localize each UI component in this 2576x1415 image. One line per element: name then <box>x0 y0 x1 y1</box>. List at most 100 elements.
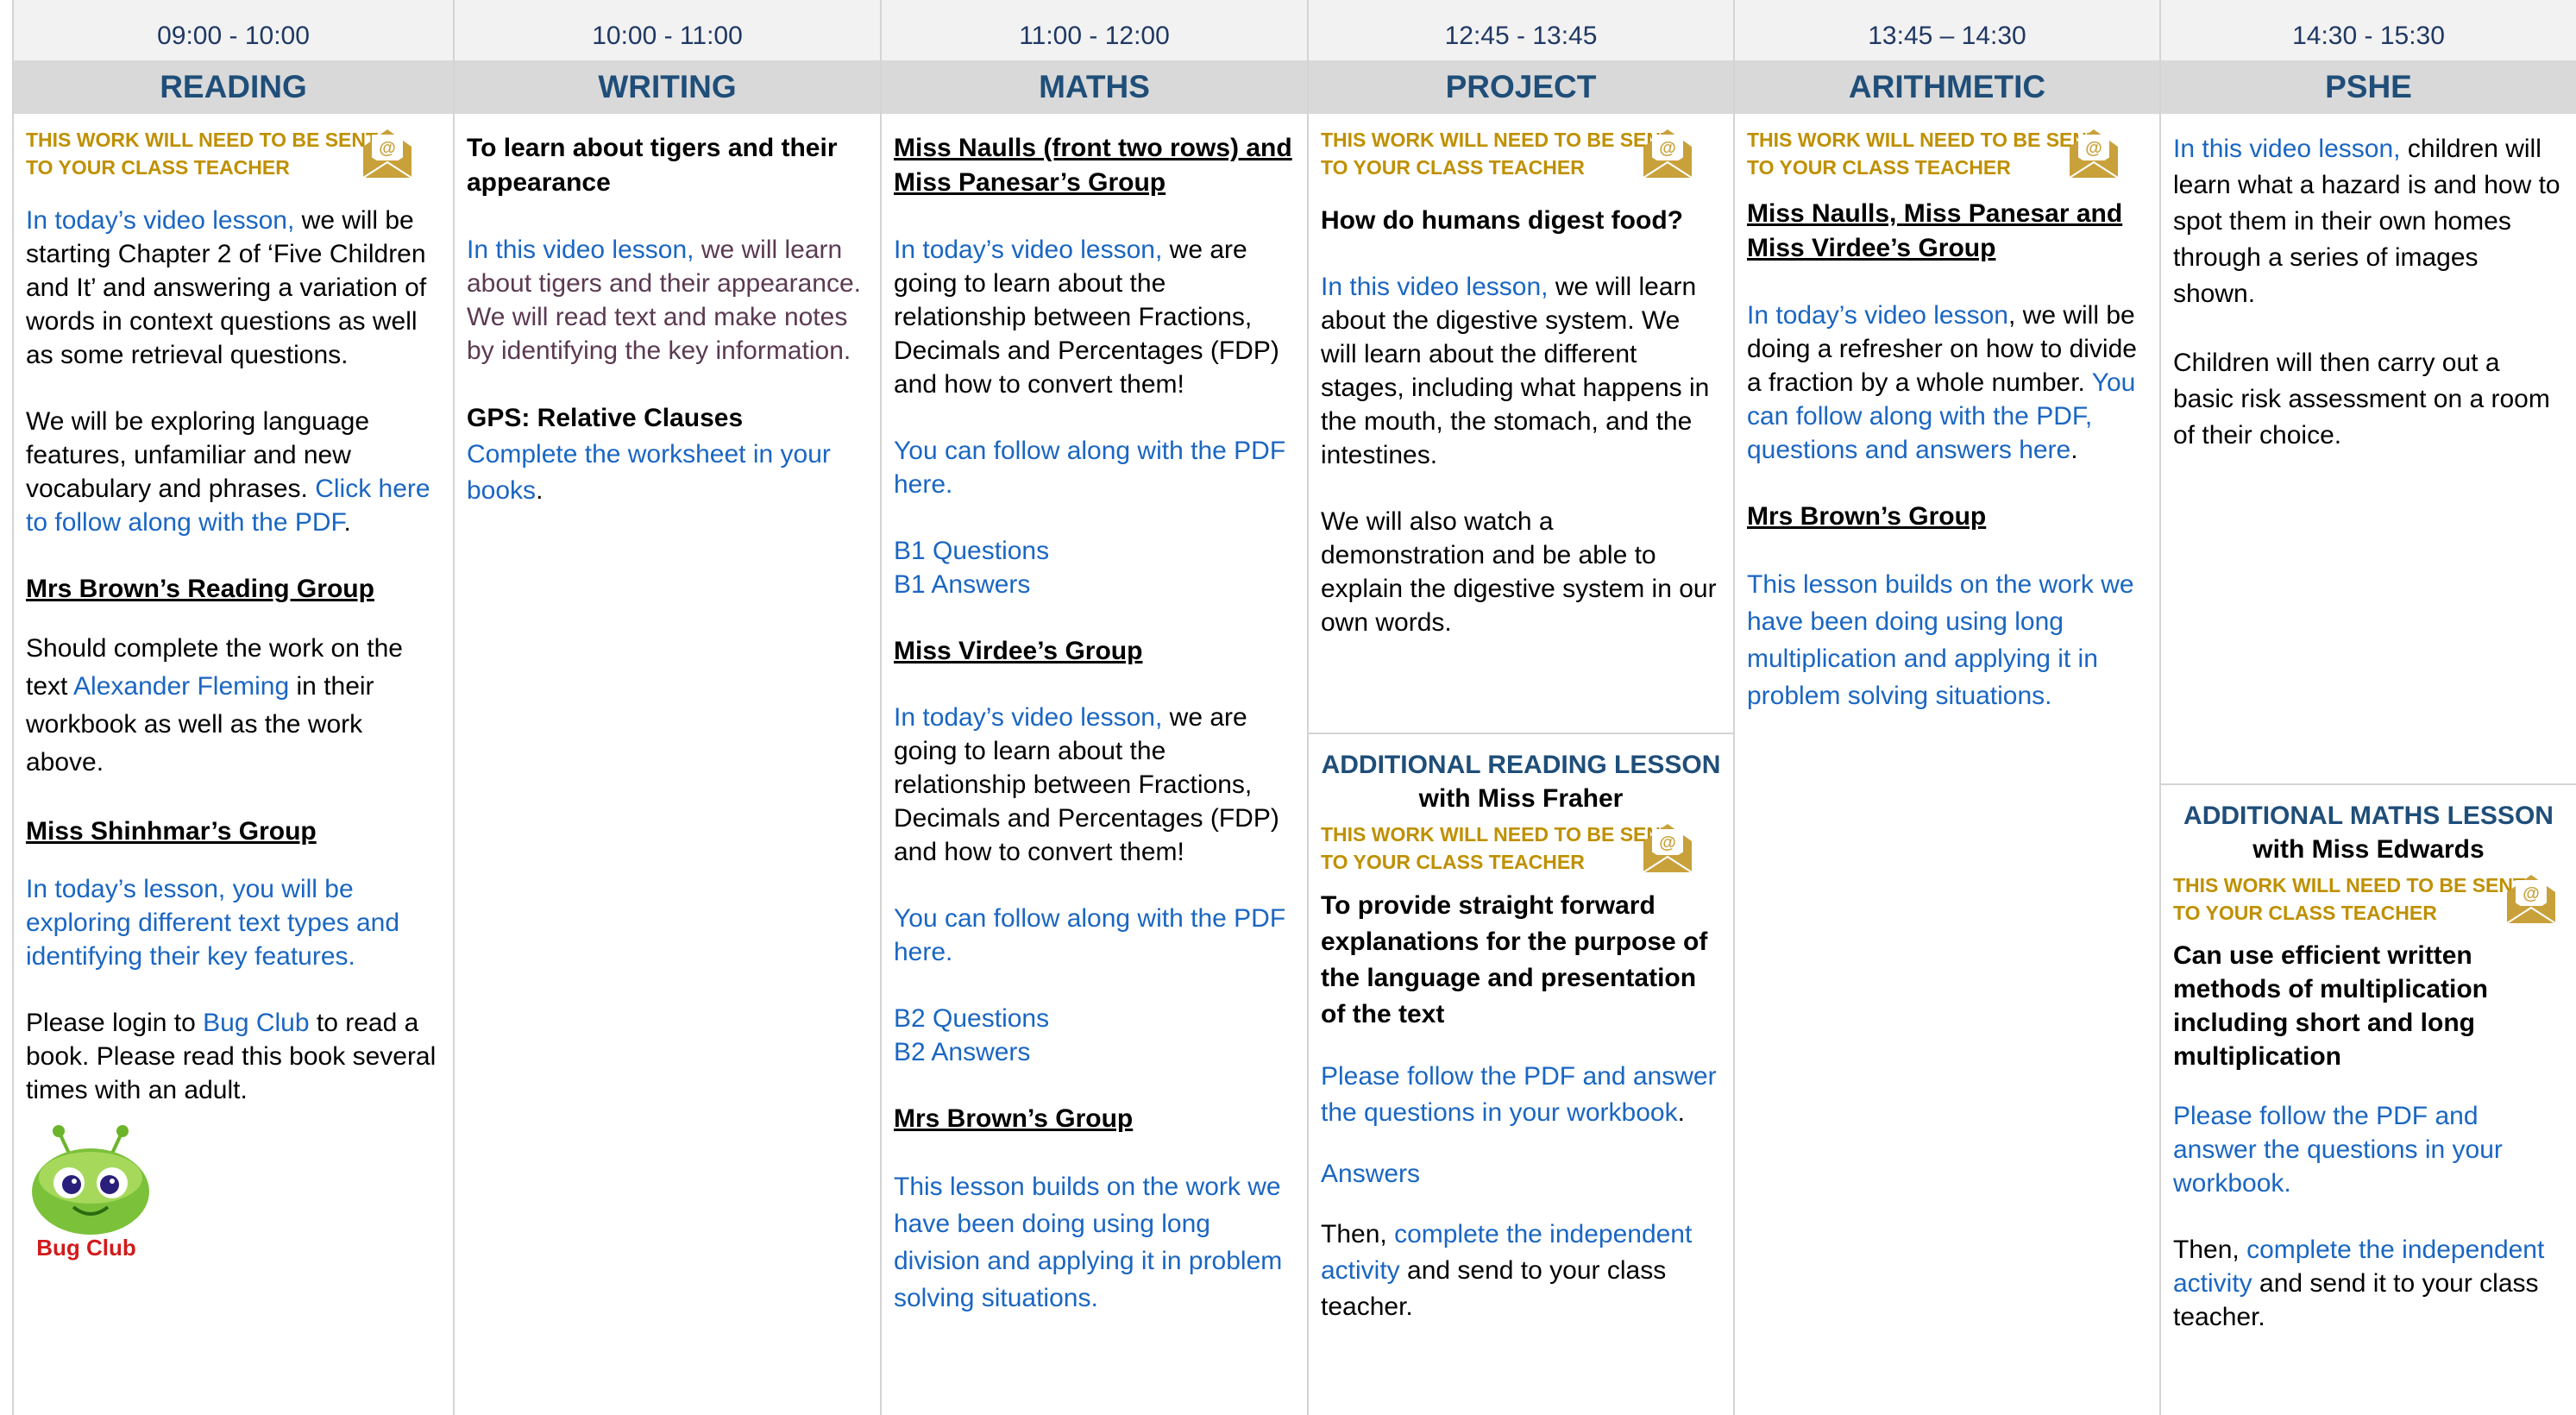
lesson-objective: To provide straight forward explanations… <box>1321 891 1708 1028</box>
column-arithmetic: 13:45 – 14:30 ARITHMETIC THIS WORK WILL … <box>1733 0 2159 1415</box>
lesson-objective: To learn about tigers and their appearan… <box>467 134 838 197</box>
subject-heading: MATHS <box>882 60 1307 114</box>
svg-text:@: @ <box>1659 833 1676 852</box>
email-envelope-icon: @ <box>362 129 412 179</box>
subject-heading: PSHE <box>2161 60 2576 114</box>
send-to-teacher-notice: THIS WORK WILL NEED TO BE SENT TO YOUR C… <box>2173 871 2564 930</box>
bug-club-link[interactable]: Bug Club <box>203 1009 309 1037</box>
pdf-link[interactable]: You can follow along with the PDF here. <box>894 902 1295 969</box>
column-pshe: 14:30 - 15:30 PSHE In this video lesson,… <box>2159 0 2576 1415</box>
paragraph: In today’s video lesson, we will be doin… <box>1747 299 2147 467</box>
lesson-link[interactable]: This lesson builds on the work we have b… <box>894 1168 1295 1317</box>
column-body: To learn about tigers and their appearan… <box>455 114 880 509</box>
svg-text:@: @ <box>2523 884 2540 903</box>
notice-text: THIS WORK WILL NEED TO BE SENT TO YOUR C… <box>1747 129 2100 179</box>
bug-club-logo[interactable]: Bug Club <box>26 1124 155 1262</box>
pdf-link[interactable]: You can follow along with the PDF here. <box>894 434 1295 501</box>
paragraph: In today’s video lesson, we are going to… <box>894 233 1295 401</box>
paragraph: In this video lesson, we will learn abou… <box>1321 270 1721 472</box>
worksheet-link[interactable]: Complete the worksheet in your books <box>467 440 831 505</box>
gps-heading: GPS: Relative Clauses <box>467 404 744 432</box>
video-lesson-link[interactable]: In this video lesson, <box>467 236 694 264</box>
subject-heading: WRITING <box>455 60 880 114</box>
column-body: THIS WORK WILL NEED TO BE SENT TO YOUR C… <box>1735 114 2159 714</box>
video-lesson-link[interactable]: In this video lesson, <box>1321 273 1548 301</box>
lesson-question: How do humans digest food? <box>1321 206 1683 235</box>
send-to-teacher-notice: THIS WORK WILL NEED TO BE SENT TO YOUR C… <box>1321 821 1721 879</box>
b2-questions-link[interactable]: B2 Questions <box>894 1002 1295 1035</box>
time-slot: 14:30 - 15:30 <box>2161 0 2576 60</box>
lesson-link[interactable]: In today’s lesson, you will be exploring… <box>26 872 441 973</box>
column-project: 12:45 - 13:45 PROJECT THIS WORK WILL NEE… <box>1307 0 1733 1415</box>
additional-lesson-title: ADDITIONAL READING LESSON <box>1321 751 1721 779</box>
punctuation: . <box>1677 1098 1685 1127</box>
additional-lesson-title: ADDITIONAL MATHS LESSON <box>2183 802 2554 830</box>
send-to-teacher-notice: THIS WORK WILL NEED TO BE SENT TO YOUR C… <box>26 126 441 188</box>
column-body: Miss Naulls (front two rows) and Miss Pa… <box>882 114 1307 1317</box>
b2-answers-link[interactable]: B2 Answers <box>894 1035 1295 1069</box>
timetable: 09:00 - 10:00 READING THIS WORK WILL NEE… <box>0 0 2576 1415</box>
paragraph-text: Please login to <box>26 1009 204 1037</box>
time-slot: 09:00 - 10:00 <box>14 0 453 60</box>
paragraph: We will also watch a demonstration and b… <box>1321 507 1717 637</box>
send-to-teacher-notice: THIS WORK WILL NEED TO BE SENT TO YOUR C… <box>1321 126 1721 188</box>
video-lesson-link[interactable]: In today’s video lesson <box>1747 301 2008 330</box>
video-lesson-link[interactable]: In today’s video lesson, <box>26 206 294 235</box>
notice-text: THIS WORK WILL NEED TO BE SENT TO YOUR C… <box>2173 874 2526 924</box>
email-envelope-icon: @ <box>2069 129 2119 179</box>
subject-heading: READING <box>14 60 453 114</box>
group-heading: Mrs Brown’s Reading Group <box>26 575 374 603</box>
paragraph: In today’s video lesson, we will be star… <box>26 204 441 372</box>
time-slot: 10:00 - 11:00 <box>455 0 880 60</box>
email-envelope-icon: @ <box>2506 875 2556 924</box>
subject-heading: ARITHMETIC <box>1735 60 2159 114</box>
time-slot: 11:00 - 12:00 <box>882 0 1307 60</box>
paragraph: In today’s video lesson, we are going to… <box>894 701 1295 869</box>
video-lesson-link[interactable]: In this video lesson, <box>2173 135 2400 163</box>
group-heading: Miss Naulls (front two rows) and Miss Pa… <box>894 134 1292 197</box>
video-lesson-link[interactable]: In today’s video lesson, <box>894 703 1162 732</box>
notice-text: THIS WORK WILL NEED TO BE SENT TO YOUR C… <box>1321 823 1674 873</box>
pdf-link[interactable]: Please follow the PDF and answer the que… <box>1321 1062 1717 1127</box>
subject-heading: PROJECT <box>1309 60 1733 114</box>
svg-text:@: @ <box>2085 139 2102 158</box>
paragraph: Please follow the PDF and answer the que… <box>1321 1059 1721 1131</box>
paragraph: GPS: Relative Clauses Complete the worksh… <box>467 400 868 509</box>
column-maths: 11:00 - 12:00 MATHS Miss Naulls (front t… <box>880 0 1307 1415</box>
paragraph: We will be exploring language features, … <box>26 405 441 539</box>
punctuation: . <box>2070 436 2078 464</box>
group-heading: Mrs Brown’s Group <box>1747 502 1987 531</box>
video-lesson-link[interactable]: In today’s video lesson, <box>894 236 1162 264</box>
paragraph-text: Then, <box>1321 1220 1395 1248</box>
column-writing: 10:00 - 11:00 WRITING To learn about tig… <box>453 0 880 1415</box>
time-slot: 13:45 – 14:30 <box>1735 0 2159 60</box>
group-heading: Miss Shinhmar’s Group <box>26 817 317 846</box>
alexander-fleming-link[interactable]: Alexander Fleming <box>73 672 289 701</box>
group-heading: Miss Virdee’s Group <box>894 637 1143 665</box>
paragraph: In this video lesson, we will learn abou… <box>467 233 868 368</box>
group-heading: Mrs Brown’s Group <box>894 1104 1134 1133</box>
resource-links: B1 Questions B1 Answers <box>894 534 1295 601</box>
column-reading: 09:00 - 10:00 READING THIS WORK WILL NEE… <box>12 0 453 1415</box>
paragraph-text: we will learn about the digestive system… <box>1321 273 1710 469</box>
notice-text: THIS WORK WILL NEED TO BE SENT TO YOUR C… <box>1321 129 1674 179</box>
b1-answers-link[interactable]: B1 Answers <box>894 568 1295 601</box>
paragraph: In this video lesson, children will lear… <box>2173 131 2564 312</box>
paragraph: Then, complete the independent activity … <box>2173 1233 2564 1334</box>
lesson-link[interactable]: This lesson builds on the work we have b… <box>1747 566 2147 714</box>
paragraph-text: Then, <box>2173 1236 2247 1264</box>
column-body: THIS WORK WILL NEED TO BE SENT TO YOUR C… <box>1309 114 1733 1325</box>
punctuation: . <box>343 508 351 537</box>
paragraph: Should complete the work on the text Ale… <box>26 630 441 782</box>
b1-questions-link[interactable]: B1 Questions <box>894 534 1295 568</box>
column-body: THIS WORK WILL NEED TO BE SENT TO YOUR C… <box>14 114 453 1271</box>
column-body: In this video lesson, children will lear… <box>2161 114 2576 1334</box>
paragraph: Please login to Bug Club to read a book.… <box>26 1006 441 1107</box>
email-envelope-icon: @ <box>1643 824 1693 873</box>
answers-link[interactable]: Answers <box>1321 1157 1721 1191</box>
pdf-link[interactable]: Please follow the PDF and answer the que… <box>2173 1099 2564 1200</box>
additional-lesson-teacher: with Miss Fraher <box>1418 784 1624 813</box>
paragraph: Children will then carry out a basic ris… <box>2173 349 2550 450</box>
send-to-teacher-notice: THIS WORK WILL NEED TO BE SENT TO YOUR C… <box>1747 126 2147 188</box>
group-heading: Miss Naulls, Miss Panesar and Miss Virde… <box>1747 199 2123 262</box>
